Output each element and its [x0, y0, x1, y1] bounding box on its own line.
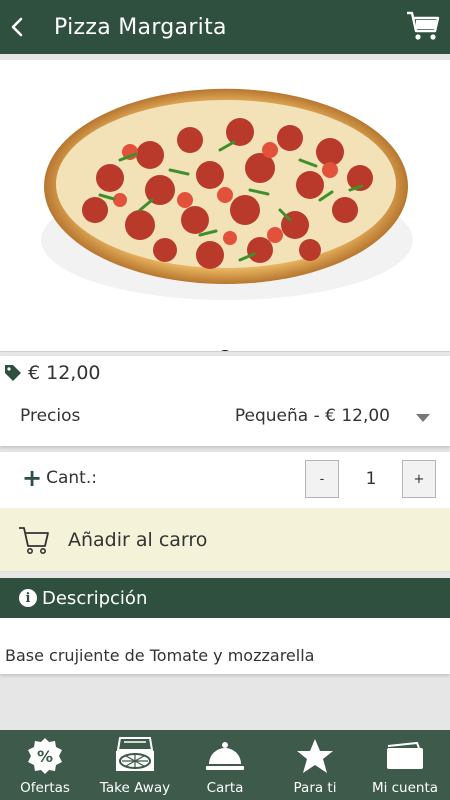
chevron-left-icon: [11, 17, 23, 37]
size-select[interactable]: Pequeña - € 12,00: [235, 406, 390, 426]
page-title: Pizza Margarita: [54, 14, 227, 40]
wallet-icon: [387, 741, 423, 769]
quantity-value[interactable]: 1: [340, 469, 402, 489]
tab-carta[interactable]: Carta: [180, 730, 270, 800]
tab-label: Take Away: [99, 780, 171, 796]
back-button[interactable]: [0, 0, 34, 54]
price-tag-icon: [5, 365, 21, 381]
percent-badge-icon: %: [28, 738, 62, 774]
bottom-tab-bar: % Ofertas Take Away Carta Para ti Mi cue…: [0, 730, 450, 800]
svg-text:%: %: [37, 747, 53, 766]
chevron-down-icon[interactable]: [416, 414, 430, 422]
precios-label: Precios: [20, 406, 81, 426]
tab-para-ti[interactable]: Para ti: [270, 730, 360, 800]
plus-icon: +: [22, 464, 43, 492]
star-icon: [297, 739, 333, 773]
tab-ofertas[interactable]: % Ofertas: [0, 730, 90, 800]
tab-take-away[interactable]: Take Away: [90, 730, 180, 800]
tab-label: Mi cuenta: [371, 780, 439, 796]
price-display: € 12,00: [4, 362, 101, 384]
add-to-cart-label: Añadir al carro: [68, 528, 208, 551]
add-to-cart-button[interactable]: Añadir al carro: [0, 508, 450, 572]
tab-label: Para ti: [293, 780, 337, 796]
quantity-card: + Cant.: - 1 +: [0, 452, 450, 508]
quantity-label-text: Cant.:: [46, 468, 97, 488]
description-body: Base crujiente de Tomate y mozzarella: [0, 618, 450, 674]
description-heading: Descripción: [42, 587, 148, 609]
cart-outline-icon: [19, 526, 49, 554]
pizza-image: [41, 88, 413, 300]
product-image-carousel[interactable]: [0, 60, 450, 352]
description-text: Base crujiente de Tomate y mozzarella: [5, 646, 315, 665]
quantity-label: + Cant.:: [22, 464, 97, 492]
increment-button[interactable]: +: [402, 460, 436, 498]
cart-icon[interactable]: [406, 10, 440, 42]
decrement-button[interactable]: -: [305, 460, 339, 498]
top-bar: Pizza Margarita: [0, 0, 450, 54]
tab-mi-cuenta[interactable]: Mi cuenta: [360, 730, 450, 800]
price-card: € 12,00 Precios Pequeña - € 12,00: [0, 356, 450, 446]
description-header: i Descripción: [0, 578, 450, 618]
cloche-icon: [206, 742, 244, 770]
price-value: € 12,00: [28, 362, 101, 384]
tab-label: Ofertas: [20, 780, 70, 796]
info-icon: i: [19, 589, 37, 607]
tab-label: Carta: [206, 780, 244, 796]
pizza-box-icon: [116, 737, 154, 771]
